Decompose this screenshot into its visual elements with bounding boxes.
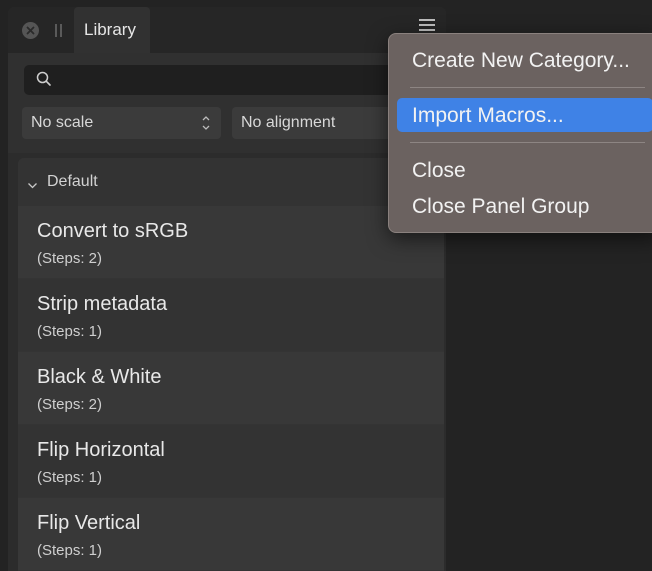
menu-item-label: Close Panel Group (412, 195, 590, 218)
up-down-chevron-icon (201, 114, 211, 137)
macro-name: Flip Vertical (37, 512, 141, 534)
macro-name: Convert to sRGB (37, 220, 189, 242)
drag-handle-icon[interactable] (55, 24, 63, 37)
menu-item-close[interactable]: Close (397, 153, 652, 187)
panel-toolbar: No scale No alignment (8, 53, 446, 153)
macro-item[interactable]: Black & White (Steps: 2) (18, 352, 444, 424)
category-label: Default (47, 173, 98, 190)
chevron-down-icon[interactable] (27, 177, 38, 195)
macro-steps: (Steps: 2) (37, 250, 103, 267)
category-default[interactable]: Default (18, 158, 444, 206)
macro-name: Strip metadata (37, 293, 168, 315)
tab-library[interactable]: Library (74, 7, 150, 53)
scale-select-value: No scale (31, 114, 94, 131)
menu-item-close-panel-group[interactable]: Close Panel Group (397, 189, 652, 223)
menu-separator (410, 87, 645, 88)
macro-steps: (Steps: 1) (37, 542, 103, 559)
close-icon[interactable] (22, 22, 39, 39)
search-input[interactable] (24, 65, 434, 95)
hamburger-menu-icon[interactable] (419, 19, 437, 33)
menu-item-import-macros[interactable]: Import Macros... (397, 98, 652, 132)
macro-list: Default Convert to sRGB (Steps: 2) Strip… (18, 158, 444, 571)
alignment-select-value: No alignment (241, 114, 336, 131)
macro-item[interactable]: Convert to sRGB (Steps: 2) (18, 206, 444, 278)
panel-tab-bar: Library (8, 7, 446, 53)
macro-steps: (Steps: 1) (37, 469, 103, 486)
menu-item-label: Close (412, 159, 466, 182)
scale-select[interactable]: No scale (22, 107, 221, 139)
macro-item[interactable]: Flip Vertical (Steps: 1) (18, 498, 444, 570)
menu-separator (410, 142, 645, 143)
menu-item-label: Create New Category... (412, 49, 630, 72)
library-panel: Library No scale No alignment Default Co… (8, 7, 446, 571)
menu-item-label: Import Macros... (412, 104, 564, 127)
macro-item[interactable]: Flip Horizontal (Steps: 1) (18, 425, 444, 497)
macro-steps: (Steps: 1) (37, 323, 103, 340)
macro-steps: (Steps: 2) (37, 396, 103, 413)
tab-library-label: Library (84, 20, 136, 39)
app-canvas: Library No scale No alignment Default Co… (0, 0, 652, 571)
context-menu: Create New Category... Import Macros... … (388, 33, 652, 233)
macro-name: Flip Horizontal (37, 439, 165, 461)
macro-item[interactable]: Strip metadata (Steps: 1) (18, 279, 444, 351)
search-icon (36, 71, 52, 92)
macro-name: Black & White (37, 366, 162, 388)
menu-item-create-new-category[interactable]: Create New Category... (397, 43, 652, 77)
